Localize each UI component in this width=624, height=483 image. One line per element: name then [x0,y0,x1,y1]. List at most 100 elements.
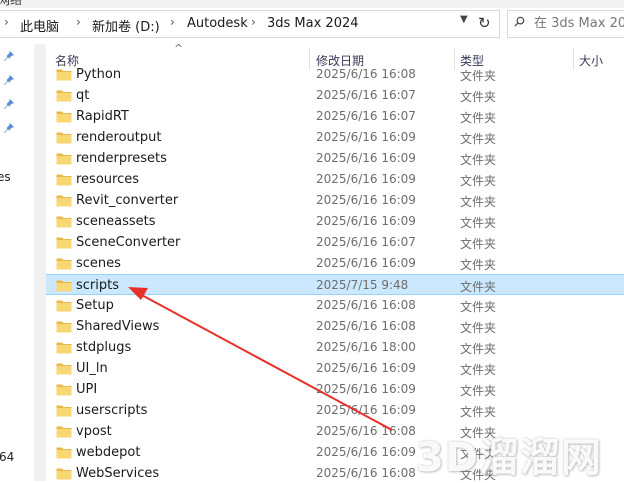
file-name[interactable]: WebServices [76,466,159,481]
file-type: 文件夹 [460,111,497,125]
file-name[interactable]: vpost [76,424,112,439]
file-name[interactable]: userscripts [76,403,147,418]
folder-icon [56,195,72,207]
file-name[interactable]: Revit_converter [76,193,178,208]
table-row[interactable]: UI_ln 2025/6/16 16:09 文件夹 [46,358,624,379]
folder-icon [56,258,72,270]
file-modified: 2025/6/16 16:09 [316,214,416,228]
navigation-scrollbar[interactable] [34,44,46,481]
nav-item-clipped[interactable]: 64 [0,450,14,464]
file-modified: 2025/6/16 16:07 [316,109,416,123]
file-modified: 2025/6/16 16:08 [316,424,416,438]
file-modified: 2025/6/16 18:00 [316,340,416,354]
refresh-icon[interactable]: ↻ [478,14,491,32]
folder-icon [56,153,72,165]
folder-icon [56,384,72,396]
file-type: 文件夹 [460,216,497,230]
file-modified: 2025/6/16 16:09 [316,445,416,459]
chevron-right-icon[interactable]: › [76,15,81,29]
file-name[interactable]: renderpresets [76,151,167,166]
file-name[interactable]: scenes [76,256,121,271]
pin-icon[interactable] [3,98,15,110]
folder-icon [56,363,72,375]
file-type: 文件夹 [460,384,497,398]
file-modified: 2025/6/16 16:09 [316,382,416,396]
table-row[interactable]: SceneConverter 2025/6/16 16:07 文件夹 [46,232,624,253]
file-modified: 2025/6/16 16:09 [316,151,416,165]
nav-item-clipped[interactable]: es [0,170,11,184]
folder-icon [56,342,72,354]
search-icon [514,16,525,27]
breadcrumb-this-pc[interactable]: 此电脑 [20,16,59,35]
table-row[interactable]: Setup 2025/6/16 16:08 文件夹 [46,295,624,316]
file-name[interactable]: resources [76,172,139,187]
folder-icon [56,405,72,417]
file-name[interactable]: stdplugs [76,340,131,355]
file-modified: 2025/6/16 16:08 [316,298,416,312]
folder-icon [56,300,72,312]
top-clipped-strip: 网络 [0,0,624,8]
breadcrumb-3dsmax[interactable]: 3ds Max 2024 [267,16,359,31]
watermark-logo: 3D溜溜网 [416,435,603,481]
file-name[interactable]: sceneassets [76,214,156,229]
file-name[interactable]: UI_ln [76,361,108,376]
file-name[interactable]: scripts [76,278,119,293]
table-row[interactable]: sceneassets 2025/6/16 16:09 文件夹 [46,211,624,232]
folder-icon [56,426,72,438]
table-row[interactable]: SharedViews 2025/6/16 16:08 文件夹 [46,316,624,337]
table-row[interactable]: userscripts 2025/6/16 16:09 文件夹 [46,400,624,421]
table-row[interactable]: stdplugs 2025/6/16 18:00 文件夹 [46,337,624,358]
folder-icon [56,447,72,459]
folder-icon [56,280,72,292]
file-name[interactable]: qt [76,88,89,103]
file-name[interactable]: webdepot [76,445,140,460]
file-type: 文件夹 [460,90,497,104]
file-name[interactable]: SceneConverter [76,235,180,250]
chevron-right-icon[interactable]: › [170,15,175,29]
address-bar[interactable]: › 此电脑 › 新加卷 (D:) › Autodesk › 3ds Max 20… [0,10,500,38]
table-row[interactable]: resources 2025/6/16 16:09 文件夹 [46,169,624,190]
table-row[interactable]: Revit_converter 2025/6/16 16:09 文件夹 [46,190,624,211]
folder-icon [56,468,72,480]
file-modified: 2025/6/16 16:09 [316,130,416,144]
breadcrumb-autodesk[interactable]: Autodesk [187,16,248,31]
file-modified: 2025/6/16 16:09 [316,361,416,375]
file-name[interactable]: Python [76,67,121,82]
table-row[interactable]: UPI 2025/6/16 16:09 文件夹 [46,379,624,400]
file-type: 文件夹 [460,132,497,146]
file-type: 文件夹 [460,280,497,294]
table-row[interactable]: RapidRT 2025/6/16 16:07 文件夹 [46,106,624,127]
folder-icon [56,174,72,186]
table-row[interactable]: Python 2025/6/16 16:08 文件夹 [46,64,624,85]
file-name[interactable]: RapidRT [76,109,129,124]
pin-icon[interactable] [3,122,15,134]
table-row[interactable]: renderoutput 2025/6/16 16:09 文件夹 [46,127,624,148]
file-name[interactable]: SharedViews [76,319,159,334]
file-modified: 2025/6/16 16:09 [316,403,416,417]
file-type: 文件夹 [460,195,497,209]
search-input[interactable] [532,15,624,32]
chevron-right-icon[interactable]: › [4,15,9,29]
search-box[interactable] [507,10,624,38]
file-type: 文件夹 [460,153,497,167]
table-row[interactable]: qt 2025/6/16 16:07 文件夹 [46,85,624,106]
file-modified: 2025/6/16 16:09 [316,172,416,186]
history-dropdown-icon[interactable]: ▼ [460,14,468,25]
chevron-right-icon[interactable]: › [251,15,256,29]
file-type: 文件夹 [460,405,497,419]
file-name[interactable]: UPI [76,382,97,397]
pin-icon[interactable] [3,50,15,62]
folder-icon [56,237,72,249]
breadcrumb-drive[interactable]: 新加卷 (D:) [92,16,160,35]
navigation-pane: es 64 [0,44,34,481]
pin-icon[interactable] [3,74,15,86]
folder-icon [56,321,72,333]
file-modified: 2025/6/16 16:08 [316,319,416,333]
file-modified: 2025/6/16 16:08 [316,466,416,480]
file-name[interactable]: renderoutput [76,130,161,145]
table-row[interactable]: scenes 2025/6/16 16:09 文件夹 [46,253,624,274]
file-name[interactable]: Setup [76,298,114,313]
table-row[interactable]: renderpresets 2025/6/16 16:09 文件夹 [46,148,624,169]
file-list: Python 2025/6/16 16:08 文件夹 qt 2025/6/16 16:0… [46,64,624,481]
table-row[interactable]: scripts 2025/7/15 9:48 文件夹 [46,274,624,295]
